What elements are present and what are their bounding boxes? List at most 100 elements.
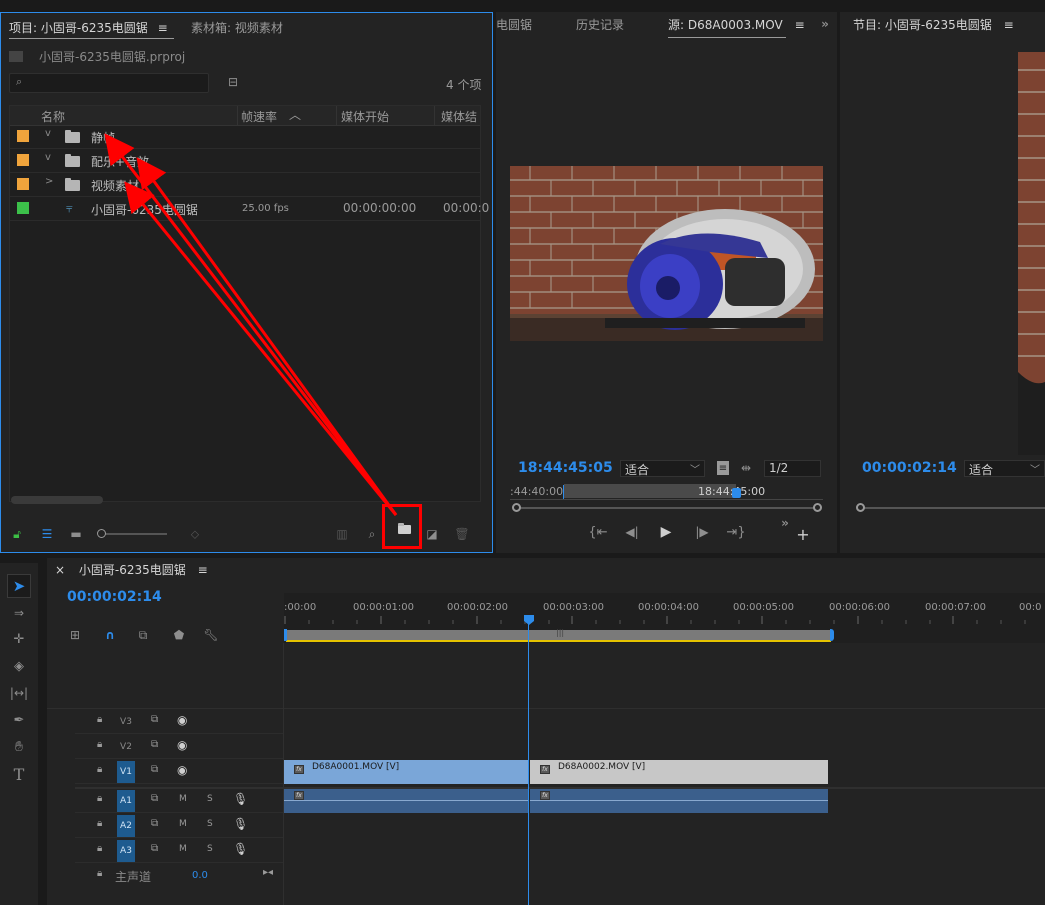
sync-lock-icon[interactable]: ⧉ [151,843,158,854]
lock-track-icon[interactable]: 🔒︎ [97,764,102,775]
solo-button[interactable]: S [207,844,213,854]
source-time-ruler[interactable]: :44:40:00 18:44:45:00 [510,482,823,500]
step-forward-icon[interactable]: |▶ [694,524,710,540]
sync-lock-icon[interactable]: ⧉ [151,739,158,750]
track-select-tool-icon[interactable]: ⇒ [9,603,29,623]
mark-out-icon[interactable]: ⇥} [726,524,745,540]
source-patch-a1[interactable]: A1 [117,790,135,812]
sync-lock-icon[interactable]: ⧉ [151,793,158,804]
source-timecode[interactable]: 18:44:45:05 [518,460,613,476]
automate-to-sequence-icon[interactable]: ▥ [334,527,350,541]
lock-icon[interactable]: 🔓︎ [11,527,23,541]
list-item[interactable]: > 视频素材 [10,173,480,197]
pen-tool-icon[interactable]: ✒ [9,710,29,730]
zoom-scrollbar[interactable] [512,503,822,512]
col-media-start[interactable]: 媒体开始 [341,108,389,125]
selection-tool-icon[interactable]: ➤ [7,574,31,598]
label-color-swatch[interactable] [17,178,29,190]
source-patch-v1[interactable]: V1 [117,761,135,783]
expand-chevron-icon[interactable]: v [45,152,51,163]
tab-bin[interactable]: 素材箱: 视频素材 [191,15,283,41]
audio-clip[interactable]: fx [530,789,828,813]
audio-clip[interactable]: fx [284,789,529,813]
eye-icon[interactable]: ◉ [177,763,187,777]
zoom-slider[interactable] [97,529,167,538]
tab-sequence-partial[interactable]: 电圆锯 [496,12,532,38]
panel-menu-icon[interactable]: ≡ [1004,18,1014,32]
col-fps[interactable]: 帧速率 [241,108,277,125]
razor-tool-icon[interactable]: ◈ [9,656,29,676]
microphone-icon[interactable]: 🎙︎ [233,817,248,831]
slip-tool-icon[interactable]: |↔| [9,683,29,703]
track-name-a3[interactable]: A3 [117,840,135,862]
eye-icon[interactable]: ◉ [177,738,187,752]
work-area-bar[interactable]: ||| [286,628,831,642]
list-view-icon[interactable]: ☰ [39,527,55,541]
sync-lock-icon[interactable]: ⧉ [151,764,158,775]
add-marker-icon[interactable]: ⬟ [171,627,187,643]
type-tool-icon[interactable]: T [9,764,29,784]
lock-track-icon[interactable]: 🔒︎ [97,868,102,879]
program-fit-dropdown[interactable]: 适合 ﹀ [964,460,1045,477]
panel-menu-icon[interactable]: ≡ [158,21,168,35]
new-bin-button[interactable] [382,504,422,549]
eye-icon[interactable]: ◉ [177,713,187,727]
label-color-swatch[interactable] [17,154,29,166]
sync-lock-icon[interactable]: ⧉ [151,818,158,829]
nest-insert-icon[interactable]: ⊞ [67,627,83,643]
wrench-icon[interactable]: 🔧︎ [203,627,219,643]
sort-icons-icon[interactable]: ⬦ [189,527,201,541]
mute-button[interactable]: M [179,844,187,854]
resolution-dropdown[interactable]: 1/2 [764,460,821,477]
solo-button[interactable]: S [207,819,213,829]
tab-source[interactable]: 源: D68A0003.MOV ≡ [668,12,805,38]
microphone-icon[interactable]: 🎙︎ [233,842,248,856]
col-name[interactable]: 名称 [41,108,65,125]
tab-history[interactable]: 历史记录 [576,12,624,38]
linked-selection-icon[interactable]: ⧉ [135,627,151,643]
video-clip[interactable]: fx D68A0001.MOV [V] [284,760,529,784]
go-to-end-icon[interactable]: ▸◂ [263,867,273,878]
panel-menu-icon[interactable]: ≡ [198,563,208,577]
expand-chevron-icon[interactable]: v [45,128,51,139]
zoom-fit-icon[interactable]: ⇹ [739,461,753,475]
icon-view-icon[interactable]: ▬ [69,527,83,541]
program-zoom-scrollbar[interactable] [856,503,1045,512]
zoom-slider-handle[interactable] [97,529,106,538]
horizontal-scrollbar[interactable] [11,496,103,504]
add-button-icon[interactable]: + [796,525,810,544]
label-color-swatch[interactable] [17,202,29,214]
settings-icon[interactable]: ≡ [717,461,729,475]
close-icon[interactable]: × [55,563,65,577]
timeline-timecode[interactable]: 00:00:02:14 [67,589,162,605]
ripple-edit-tool-icon[interactable]: ✛ [9,629,29,649]
trash-icon[interactable]: 🗑︎ [454,527,469,541]
list-item[interactable]: v 静帧 [10,125,480,149]
search-input[interactable]: ⌕ [9,73,209,93]
program-timecode[interactable]: 00:00:02:14 [862,460,957,476]
more-tabs-icon[interactable]: » [818,17,832,31]
tab-program[interactable]: 节目: 小固哥-6235电圆锯 ≡ [853,12,1014,38]
lock-track-icon[interactable]: 🔒︎ [97,739,102,750]
list-item[interactable]: ⫧ 小固哥-6235电圆锯 25.00 fps 00:00:00:00 00:0… [10,197,489,221]
lock-track-icon[interactable]: 🔒︎ [97,793,102,804]
sync-lock-icon[interactable]: ⧉ [151,714,158,725]
playhead-handle[interactable] [732,488,741,498]
time-ruler[interactable]: :00:00 00:00:01:00 00:00:02:00 00:00:03:… [284,593,1045,643]
lock-track-icon[interactable]: 🔒︎ [97,818,102,829]
source-fit-dropdown[interactable]: 适合 ﹀ [620,460,705,477]
track-name-a2[interactable]: A2 [117,815,135,837]
work-area-end-handle[interactable] [830,629,834,641]
master-volume-value[interactable]: 0.0 [192,870,208,881]
snap-magnet-icon[interactable]: ∩ [102,627,118,643]
lock-track-icon[interactable]: 🔒︎ [97,714,102,725]
tab-timeline[interactable]: × 小固哥-6235电圆锯 ≡ [55,558,208,582]
panel-menu-icon[interactable]: ≡ [795,18,805,32]
step-back-icon[interactable]: ◀| [624,524,640,540]
work-area-start-handle[interactable] [284,629,287,641]
more-controls-icon[interactable]: » [779,516,791,530]
list-item[interactable]: v 配乐+音效 [10,149,480,173]
video-clip[interactable]: fx D68A0002.MOV [V] [530,760,828,784]
microphone-icon[interactable]: 🎙︎ [233,792,248,806]
hand-tool-icon[interactable]: ✋︎ [9,737,29,757]
